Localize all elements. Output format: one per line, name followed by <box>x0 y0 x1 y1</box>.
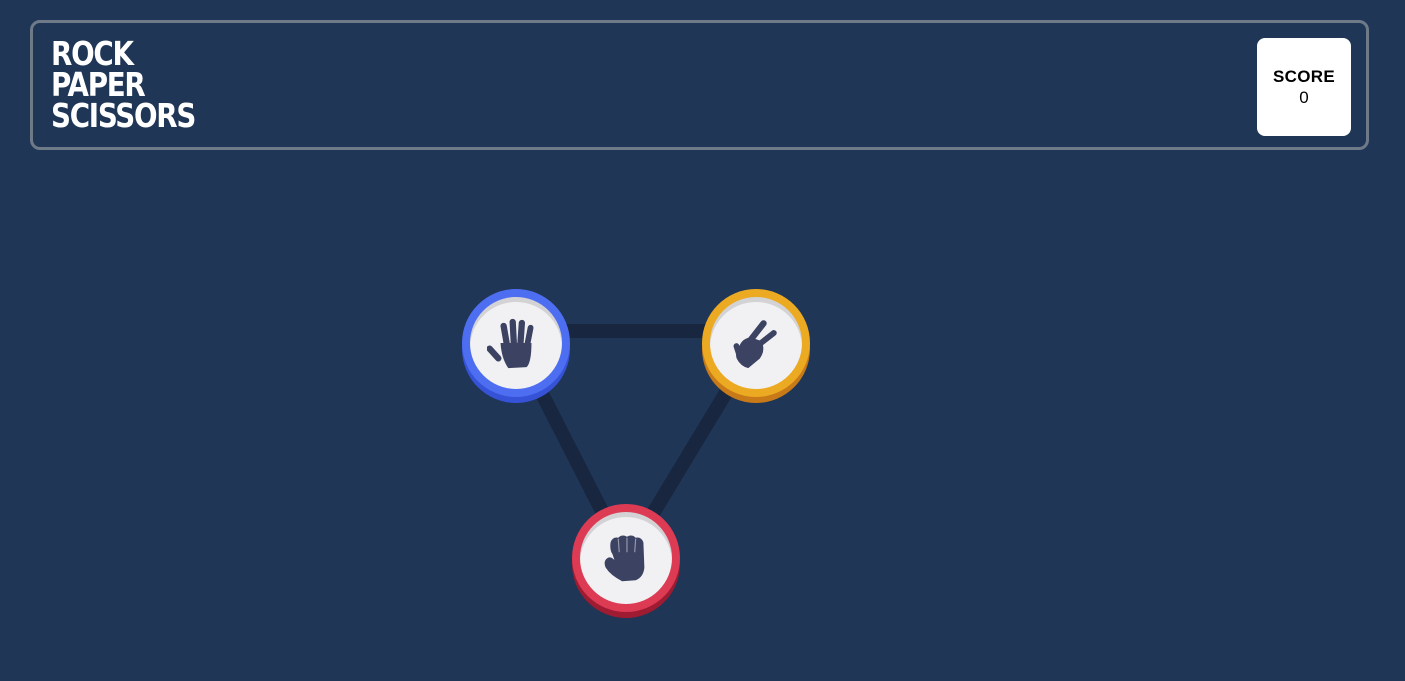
rock-button[interactable] <box>572 504 680 618</box>
score-box: SCORE 0 <box>1257 38 1351 136</box>
scissors-button-face <box>710 297 802 389</box>
paper-hand-icon <box>487 318 534 369</box>
rock-button-face <box>580 512 672 604</box>
paper-button[interactable] <box>462 289 570 403</box>
game-title: ROCK PAPER SCISSORS <box>51 37 196 135</box>
scissors-button[interactable] <box>702 289 810 403</box>
game-header: ROCK PAPER SCISSORS SCORE 0 <box>30 20 1369 150</box>
title-line-scissors: SCISSORS <box>51 96 196 135</box>
scissors-hand-icon <box>733 320 777 369</box>
score-value: 0 <box>1299 88 1309 107</box>
paper-button-face <box>470 297 562 389</box>
score-label: SCORE <box>1273 67 1335 86</box>
rock-fist-icon <box>604 535 645 582</box>
